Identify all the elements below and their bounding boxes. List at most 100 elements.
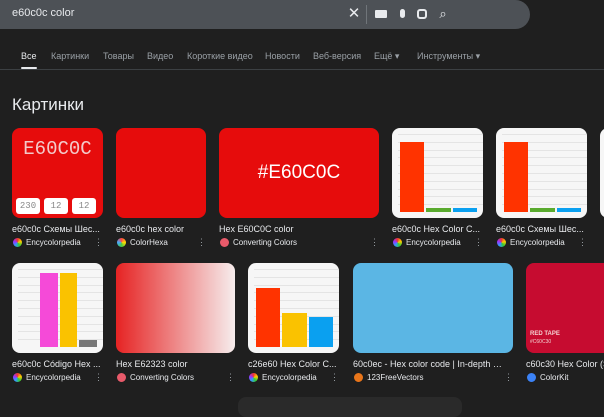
site-favicon-icon — [354, 373, 363, 382]
more-options-icon[interactable]: ⋮ — [94, 372, 103, 383]
image-result[interactable]: Hex E62323 color Converting Colors ⋮ — [116, 263, 235, 383]
image-thumbnail[interactable] — [116, 263, 235, 353]
close-icon[interactable]: ✕ — [346, 6, 362, 22]
result-source[interactable]: Encycolorpedia — [406, 238, 461, 247]
result-title[interactable]: c26e60 Hex Color C... — [248, 359, 339, 369]
result-title[interactable]: 60c0ec - Hex color code | In-depth Col..… — [353, 359, 505, 369]
chart-bar — [79, 339, 97, 347]
site-favicon-icon — [497, 238, 506, 247]
image-thumbnail[interactable]: #E60C0C — [219, 128, 379, 218]
thumbnail-subtext: #C60C30 — [530, 339, 552, 345]
image-result[interactable]: e60c0c hex color ColorHexa ⋮ — [116, 128, 206, 248]
result-source[interactable]: ColorKit — [540, 373, 568, 382]
chart-bar — [504, 141, 529, 212]
search-bar[interactable]: e60c0c color ✕ ⌕ — [0, 0, 530, 29]
image-thumbnail[interactable]: RED TAPE #C60C30 — [526, 263, 604, 353]
site-favicon-icon — [13, 238, 22, 247]
image-result[interactable]: c26e60 Hex Color C... Encycolorpedia ⋮ — [248, 263, 339, 383]
image-result[interactable]: e60c0c Схемы Шес... Encycolorpedia ⋮ — [496, 128, 587, 248]
site-favicon-icon — [117, 373, 126, 382]
chart-bar — [256, 287, 281, 347]
tab-tools[interactable]: Инструменты ▾ — [417, 51, 480, 62]
more-options-icon[interactable]: ⋮ — [474, 237, 483, 248]
more-options-icon[interactable]: ⋮ — [578, 237, 587, 248]
image-thumbnail[interactable] — [353, 263, 513, 353]
tab-web[interactable]: Веб-версия — [313, 51, 361, 61]
result-title[interactable]: Hex E62323 color — [116, 359, 208, 369]
thumbnail-text: RED TAPE — [530, 331, 560, 337]
site-favicon-icon — [527, 373, 536, 382]
image-result[interactable]: RED TAPE #C60C30 c60c30 Hex Color (S ColorK… — [526, 263, 604, 383]
tab-more[interactable]: Ещё ▾ — [374, 51, 399, 62]
result-title[interactable]: e60c0c hex color — [116, 224, 206, 234]
result-title[interactable]: e60c0c Código Hex ... — [12, 359, 103, 369]
more-options-icon[interactable]: ⋮ — [226, 372, 235, 383]
tab-shopping[interactable]: Товары — [103, 51, 134, 61]
result-title[interactable]: e60c0c Схемы Шес... — [12, 224, 103, 234]
more-options-icon[interactable]: ⋮ — [504, 372, 513, 383]
rgb-value-box: 230 — [16, 198, 40, 214]
result-source[interactable]: Encycolorpedia — [26, 373, 81, 382]
tab-news[interactable]: Новости — [265, 51, 300, 61]
keyboard-icon[interactable] — [373, 6, 389, 22]
rgb-value-box: 12 — [44, 198, 68, 214]
more-options-icon[interactable]: ⋮ — [94, 237, 103, 248]
image-result[interactable]: e60c0c Código Hex ... Encycolorpedia ⋮ — [12, 263, 103, 383]
result-source[interactable]: 123FreeVectors — [367, 373, 423, 382]
image-result[interactable]: 60c0ec - Hex color code | In-depth Col..… — [353, 263, 513, 383]
gridline — [254, 276, 339, 278]
divider — [0, 69, 604, 70]
result-title[interactable]: e60c0c Схемы Шес... — [496, 224, 587, 234]
gridline — [254, 284, 339, 286]
search-input[interactable]: e60c0c color — [12, 7, 74, 19]
site-favicon-icon — [249, 373, 258, 382]
more-options-icon[interactable]: ⋮ — [197, 237, 206, 248]
site-favicon-icon — [117, 238, 126, 247]
result-source[interactable]: Encycolorpedia — [510, 238, 565, 247]
section-title: Картинки — [12, 95, 85, 114]
result-source[interactable]: Converting Colors — [233, 238, 297, 247]
image-result[interactable]: e60c0c Hex Color C... Encycolorpedia ⋮ — [392, 128, 483, 248]
chart-bar — [426, 208, 451, 212]
mic-icon[interactable] — [394, 6, 410, 22]
image-thumbnail[interactable] — [12, 263, 103, 353]
result-source[interactable]: Encycolorpedia — [262, 373, 317, 382]
result-source[interactable]: Encycolorpedia — [26, 238, 81, 247]
tab-short-video[interactable]: Короткие видео — [187, 51, 253, 61]
chart-bar — [556, 208, 581, 212]
image-result[interactable]: E60C0C 230 12 12 e60c0c Схемы Шес... Encycolo… — [12, 128, 103, 248]
result-title[interactable]: e60c0c Hex Color C... — [392, 224, 483, 234]
image-thumbnail[interactable] — [392, 128, 483, 218]
image-thumbnail[interactable] — [600, 128, 604, 218]
chart-bar — [452, 208, 477, 212]
image-result[interactable]: #E60C0C Hex E60C0C color Converting Colors… — [219, 128, 379, 248]
more-results-button[interactable] — [238, 397, 462, 417]
result-title[interactable]: c60c30 Hex Color (S — [526, 359, 604, 369]
thumbnail-text: #E60C0C — [257, 162, 341, 183]
chart-bar — [308, 317, 333, 347]
chart-bar — [530, 208, 555, 212]
image-thumbnail[interactable] — [248, 263, 339, 353]
more-options-icon[interactable]: ⋮ — [330, 372, 339, 383]
site-favicon-icon — [13, 373, 22, 382]
image-thumbnail[interactable] — [116, 128, 206, 218]
gridline — [502, 134, 587, 135]
tab-all[interactable]: Все — [21, 51, 37, 69]
search-icon[interactable]: ⌕ — [435, 6, 451, 22]
site-favicon-icon — [220, 238, 229, 247]
image-thumbnail[interactable]: E60C0C 230 12 12 — [12, 128, 103, 218]
tab-video[interactable]: Видео — [147, 51, 173, 61]
more-options-icon[interactable]: ⋮ — [370, 237, 379, 248]
rgb-value-box: 12 — [72, 198, 96, 214]
lens-icon[interactable] — [414, 6, 430, 22]
gridline — [254, 269, 339, 270]
gridline — [18, 269, 103, 270]
result-source[interactable]: ColorHexa — [130, 238, 168, 247]
tab-images[interactable]: Картинки — [51, 51, 89, 61]
image-thumbnail[interactable] — [496, 128, 587, 218]
result-source[interactable]: Converting Colors — [130, 373, 194, 382]
gridline — [398, 134, 483, 135]
divider — [366, 5, 367, 24]
chart-bar — [39, 272, 58, 347]
result-title[interactable]: Hex E60C0C color — [219, 224, 371, 234]
